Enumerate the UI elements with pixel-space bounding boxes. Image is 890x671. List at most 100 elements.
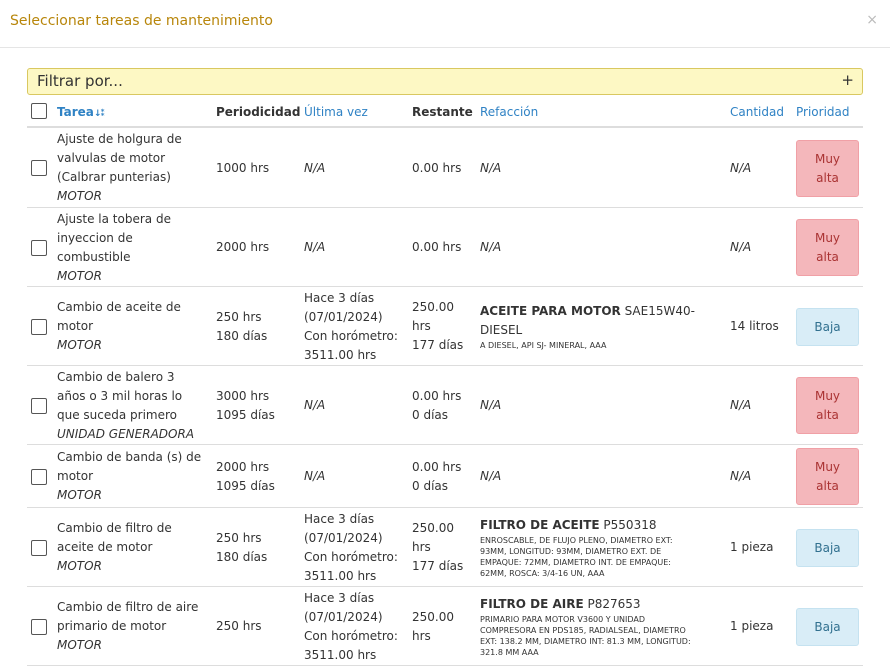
task-name-line: Ajuste de holgura de: [57, 132, 182, 146]
remaining-line: hrs: [412, 629, 431, 643]
table-body: Ajuste de holgura de valvulas de motor (Ca…: [27, 128, 863, 666]
priority-label: alta: [816, 408, 839, 422]
table-row[interactable]: Ajuste la tobera de inyeccion de combustib…: [27, 208, 863, 287]
remaining-line: 250.00: [412, 521, 454, 535]
periodicity-line: 3000 hrs: [216, 389, 270, 403]
quantity-cell: N/A: [730, 240, 752, 254]
remaining-line: 0 días: [412, 408, 449, 422]
column-header-prioridad[interactable]: Prioridad: [796, 105, 850, 119]
task-name-line: motor: [57, 319, 94, 333]
periodicity-cell: 250 hrs 180 días: [216, 308, 267, 346]
row-checkbox[interactable]: [31, 540, 47, 556]
quantity-cell: 1 pieza: [730, 619, 774, 633]
part-description: 93MM, LONGITUD: 93MM, DIAMETRO EXT. DE: [480, 547, 662, 556]
row-checkbox[interactable]: [31, 619, 47, 635]
last-time-line: (07/01/2024): [304, 610, 383, 624]
column-header-ultima-vez[interactable]: Última vez: [304, 105, 368, 119]
table-row[interactable]: Cambio de aceite de motor MOTOR 250 hrs 180 …: [27, 287, 863, 366]
select-all-checkbox[interactable]: [31, 103, 47, 119]
priority-label: Muy: [814, 152, 841, 166]
last-time-cell: N/A: [304, 467, 325, 486]
priority-label: Muy: [814, 389, 841, 403]
priority-label: Muy: [814, 231, 841, 245]
task-name-line: Cambio de filtro de: [57, 521, 172, 535]
sort-icon[interactable]: ↓⁑: [94, 109, 105, 119]
task-category: MOTOR: [57, 488, 102, 502]
part-na: N/A: [480, 469, 502, 483]
last-time-cell: N/A: [304, 159, 325, 178]
close-icon[interactable]: ×: [866, 12, 878, 28]
column-header-cantidad[interactable]: Cantidad: [730, 105, 784, 119]
add-filter-icon[interactable]: +: [841, 71, 854, 89]
task-category: MOTOR: [57, 338, 102, 352]
last-time-line: N/A: [304, 469, 326, 483]
task-cell: Ajuste la tobera de inyeccion de combustib…: [57, 210, 215, 286]
part-cell: ACEITE PARA MOTOR SAE15W40- DIESEL A DIESE…: [480, 302, 725, 351]
part-cell: FILTRO DE ACEITE P550318 ENROSCABLE, DE F…: [480, 516, 725, 579]
last-time-line: Hace 3 días: [304, 591, 375, 605]
periodicity-line: 250 hrs: [216, 619, 262, 633]
part-description: COMPRESORA EN PDS185, RADIALSEAL, DIAMET…: [480, 626, 686, 635]
periodicity-line: 250 hrs: [216, 310, 262, 324]
table-row[interactable]: Cambio de banda (s) de motor MOTOR 2000 hrs…: [27, 445, 863, 508]
filter-bar[interactable]: Filtrar por... +: [27, 68, 863, 95]
table-header: Tarea↓⁑ Periodicidad Última vez Restante…: [27, 98, 863, 128]
last-time-line: Con horómetro:: [304, 550, 398, 564]
remaining-line: 0.00 hrs: [412, 240, 462, 254]
remaining-cell: 0.00 hrs: [412, 159, 461, 178]
task-name-line: Cambio de aceite de: [57, 300, 181, 314]
periodicity-line: 1000 hrs: [216, 161, 270, 175]
remaining-cell: 250.00 hrs: [412, 608, 454, 646]
last-time-line: Con horómetro:: [304, 629, 398, 643]
part-na: N/A: [480, 240, 502, 254]
periodicity-cell: 3000 hrs 1095 días: [216, 387, 275, 425]
part-description: A DIESEL, API SJ- MINERAL, AAA: [480, 341, 607, 350]
part-na: N/A: [480, 161, 502, 175]
table-row[interactable]: Ajuste de holgura de valvulas de motor (Ca…: [27, 128, 863, 208]
remaining-cell: 0.00 hrs: [412, 238, 461, 257]
last-time-line: N/A: [304, 398, 326, 412]
remaining-cell: 0.00 hrs 0 días: [412, 387, 461, 425]
task-cell: Ajuste de holgura de valvulas de motor (Ca…: [57, 130, 215, 206]
periodicity-line: 1095 días: [216, 479, 275, 493]
task-name-line: Cambio de banda (s) de: [57, 450, 202, 464]
part-code: P827653: [583, 597, 641, 611]
remaining-line: 0 días: [412, 479, 449, 493]
task-category: UNIDAD GENERADORA: [57, 427, 195, 441]
priority-label: Baja: [814, 620, 841, 634]
column-header-periodicidad: Periodicidad: [216, 105, 301, 119]
table-row[interactable]: Cambio de balero 3 años o 3 mil horas lo q…: [27, 366, 863, 445]
quantity-cell: 1 pieza: [730, 540, 774, 554]
task-cell: Cambio de banda (s) de motor MOTOR: [57, 448, 215, 505]
task-name-line: Cambio de balero 3: [57, 370, 175, 384]
column-header-restante: Restante: [412, 105, 473, 119]
row-checkbox[interactable]: [31, 398, 47, 414]
part-description: EMPAQUE: 72MM, DIAMETRO INT. DE EMPAQUE:: [480, 558, 671, 567]
row-checkbox[interactable]: [31, 319, 47, 335]
task-name-line: aceite de motor: [57, 540, 153, 554]
table-row[interactable]: Cambio de filtro de aire primario de moto…: [27, 587, 863, 666]
task-name-line: Cambio de filtro de aire: [57, 600, 199, 614]
last-time-line: N/A: [304, 240, 326, 254]
last-time-line: 3511.00 hrs: [304, 569, 377, 583]
part-cell: N/A: [480, 159, 725, 178]
quantity-cell: 14 litros: [730, 319, 779, 333]
quantity-cell: N/A: [730, 469, 752, 483]
part-cell: N/A: [480, 396, 725, 415]
last-time-line: Con horómetro:: [304, 329, 398, 343]
column-header-tarea[interactable]: Tarea↓⁑: [57, 105, 105, 119]
row-checkbox[interactable]: [31, 160, 47, 176]
task-category: MOTOR: [57, 638, 102, 652]
part-description: 62MM, ROSCA: 3/4-16 UN, AAA: [480, 569, 605, 578]
column-label-tarea: Tarea: [57, 105, 94, 119]
column-header-refaccion[interactable]: Refacción: [480, 105, 538, 119]
table-row[interactable]: Cambio de filtro de aceite de motor MOTOR 2…: [27, 508, 863, 587]
remaining-line: 177 días: [412, 559, 464, 573]
dialog-header: Seleccionar tareas de mantenimiento ×: [0, 0, 890, 48]
periodicity-line: 250 hrs: [216, 531, 262, 545]
task-name-line: motor: [57, 469, 94, 483]
task-cell: Cambio de filtro de aceite de motor MOTOR: [57, 519, 215, 576]
row-checkbox[interactable]: [31, 240, 47, 256]
row-checkbox[interactable]: [31, 469, 47, 485]
periodicity-line: 180 días: [216, 550, 268, 564]
